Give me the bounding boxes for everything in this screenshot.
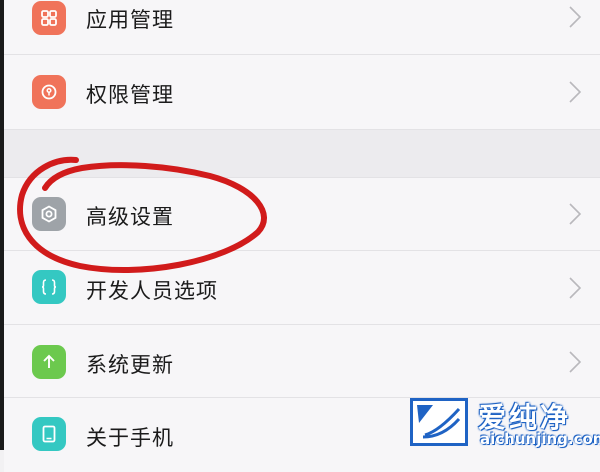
arrow-up-icon [32, 345, 66, 379]
settings-item-label: 权限管理 [86, 83, 174, 107]
chevron-right-icon [568, 80, 582, 104]
settings-item-advanced-settings[interactable]: 高级设置 [4, 178, 600, 251]
phone-icon [32, 417, 66, 451]
chevron-right-icon [568, 350, 582, 374]
chevron-right-icon [568, 5, 582, 29]
settings-item-label: 系统更新 [86, 353, 174, 377]
settings-item-label: 高级设置 [86, 205, 174, 229]
chevron-right-icon [568, 276, 582, 300]
chevron-right-icon [568, 202, 582, 226]
braces-icon [32, 270, 66, 304]
settings-item-label: 关于手机 [86, 426, 174, 450]
lock-icon [32, 75, 66, 109]
watermark-logo [410, 398, 468, 446]
settings-item-label: 应用管理 [86, 8, 174, 32]
watermark: 爱纯净 aichunjing.com [410, 396, 600, 450]
settings-item-label: 开发人员选项 [86, 279, 218, 303]
settings-item-developer-options[interactable]: 开发人员选项 [4, 251, 600, 325]
gear-icon [32, 197, 66, 231]
settings-item-app-management[interactable]: 应用管理 [4, 0, 600, 55]
watermark-url: aichunjing.com [480, 430, 600, 448]
settings-item-permission-management[interactable]: 权限管理 [4, 55, 600, 130]
section-divider [4, 130, 600, 178]
settings-item-system-update[interactable]: 系统更新 [4, 325, 600, 398]
grid-icon [32, 1, 66, 35]
